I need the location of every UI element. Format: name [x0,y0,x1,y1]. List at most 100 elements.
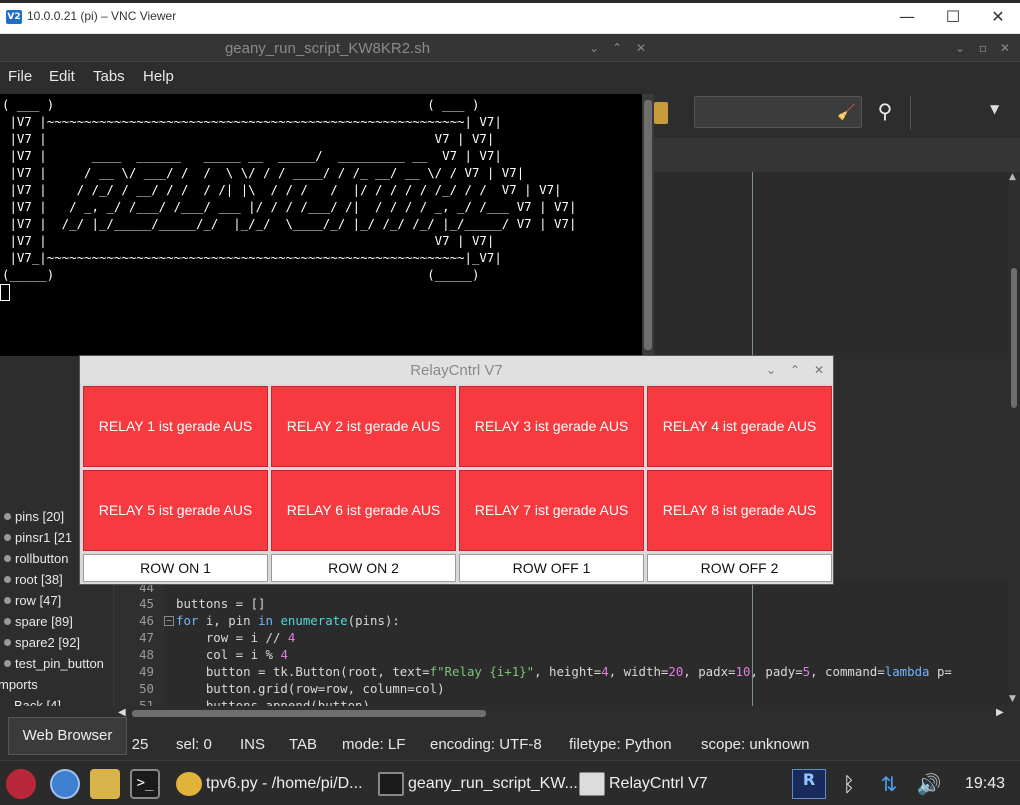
relaycntrl-title-bar: RelayCntrl V7 ⌄ ⌃ ✕ [80,356,833,384]
geany-window-title: geany_run_script_KW8KR2.sh [224,40,431,57]
symbol-item[interactable]: root [38] [4,572,63,592]
relay-2-button[interactable]: RELAY 2 ist gerade AUS [271,386,456,467]
variable-icon [4,618,11,625]
row-on-1-button[interactable]: ROW ON 1 [83,554,268,582]
editor-scroll-thumb[interactable] [1011,268,1017,408]
symbol-group-imports[interactable]: mports [0,677,38,697]
geany-icon [176,771,202,796]
line-number: 51 [139,698,154,706]
scroll-right-icon[interactable]: ▶ [996,707,1004,718]
network-icon[interactable]: ⇅ [874,769,904,799]
editor-horizontal-scrollbar[interactable]: ◀ ▶ [114,706,1008,722]
terminal-close-button[interactable]: ✕ [632,39,650,57]
terminal-cursor [0,284,10,301]
symbol-item[interactable]: test_pin_button [4,656,104,676]
line-number: 45 [139,596,154,611]
search-icon[interactable]: ⚲ [872,98,898,124]
variable-icon [4,555,11,562]
relay-4-button[interactable]: RELAY 4 ist gerade AUS [647,386,832,467]
variable-icon [4,597,11,604]
terminal-icon [378,771,404,796]
relay-3-button[interactable]: RELAY 3 ist gerade AUS [459,386,644,467]
task-relaycntrl[interactable]: RelayCntrl V7 [579,767,708,801]
taskbar: >_ tpv6.py - /home/pi/D... geany_run_scr… [0,760,1020,805]
menu-edit[interactable]: Edit [49,68,75,85]
host-top-strip [0,0,1020,3]
status-filetype: filetype: Python [569,736,672,753]
editor-vertical-scrollbar[interactable]: ▲ ▼ [1008,172,1020,706]
relay-1-button[interactable]: RELAY 1 ist gerade AUS [83,386,268,467]
relaycntrl-title: RelayCntrl V7 [410,362,503,379]
scroll-up-icon[interactable]: ▲ [1009,172,1016,182]
symbol-item[interactable]: pins [20] [4,509,64,529]
toolbar-edge-icon[interactable] [654,102,668,124]
geany-close-button[interactable]: ✕ [996,39,1014,57]
relay-6-button[interactable]: RELAY 6 ist gerade AUS [271,470,456,551]
terminal-output[interactable]: ( ___ ) ( ___ ) |V7 |~~~~~~~~~~~~~~~~~~~… [0,94,642,356]
symbol-item[interactable]: spare2 [92] [4,635,80,655]
maximize-button[interactable]: ☐ [930,4,976,30]
variable-icon [4,513,11,520]
relay-close-button[interactable]: ✕ [810,361,828,379]
clear-search-icon[interactable]: 🧹 [837,103,856,121]
relay-5-button[interactable]: RELAY 5 ist gerade AUS [83,470,268,551]
window-icon [579,771,605,796]
geany-minimize-button[interactable]: ⌄ [951,39,969,57]
file-manager-icon[interactable] [90,769,120,799]
relay-minimize-button[interactable]: ⌄ [762,361,780,379]
status-indent: TAB [289,736,318,753]
clock: 19:43 [965,775,1006,792]
terminal-minimize-button[interactable]: ⌄ [585,39,603,57]
editor-area[interactable] [654,172,1008,354]
terminal-maximize-button[interactable]: ⌃ [608,39,626,57]
bluetooth-icon[interactable]: ᛒ [838,769,860,799]
task-geany-run-script[interactable]: geany_run_script_KW... [378,767,578,801]
status-insert-mode: INS [240,736,266,753]
symbol-item[interactable]: row [47] [4,593,61,613]
symbol-item[interactable]: rollbutton [4,551,68,571]
symbol-item[interactable]: pinsr1 [21 [4,530,72,550]
variable-icon [4,576,11,583]
status-bar: l: 25 sel: 0 INS TAB mode: LF encoding: … [0,722,1020,760]
geany-maximize-button[interactable]: ▫ [974,39,992,57]
editor-tabstrip [654,138,1020,172]
toolbar-dropdown-icon[interactable]: ▼ [990,102,999,116]
row-off-2-button[interactable]: ROW OFF 2 [647,554,832,582]
menu-tabs[interactable]: Tabs [93,68,125,85]
terminal-scrollbar[interactable] [642,94,654,356]
web-browser-icon[interactable] [50,769,80,799]
relay-7-button[interactable]: RELAY 7 ist gerade AUS [459,470,644,551]
search-input[interactable]: 🧹 [694,96,862,128]
symbol-item[interactable]: Back [4] [14,698,61,706]
menu-help[interactable]: Help [143,68,174,85]
relay-8-button[interactable]: RELAY 8 ist gerade AUS [647,470,832,551]
line-number: 46 [139,613,154,628]
horizontal-scroll-thumb[interactable] [132,710,486,717]
status-encoding: encoding: UTF-8 [430,736,542,753]
menu-file[interactable]: File [8,68,32,85]
symbol-item[interactable]: spare [89] [4,614,73,634]
task-tpv6[interactable]: tpv6.py - /home/pi/D... [176,767,363,801]
scroll-down-icon[interactable]: ▼ [1009,694,1016,704]
toolbar: 🧹 ⚲ ▼ [654,94,1020,138]
terminal-scroll-thumb[interactable] [644,100,652,350]
code-line: row = i // 4 [176,630,296,645]
raspberry-menu-icon[interactable] [6,769,36,799]
vnc-window-title: 10.0.0.21 (pi) – VNC Viewer [27,9,177,23]
volume-icon[interactable]: 🔊 [914,769,944,799]
status-selection: sel: 0 [176,736,212,753]
close-button[interactable]: ✕ [975,4,1020,30]
vnc-title-bar: V2 10.0.0.21 (pi) – VNC Viewer — ☐ ✕ [0,0,1020,34]
menu-bar: File Edit Tabs Help [0,63,1020,93]
row-off-1-button[interactable]: ROW OFF 1 [459,554,644,582]
code-editor[interactable]: 44 45 46 47 48 49 50 51 − buttons = [] f… [114,580,1008,706]
relay-maximize-button[interactable]: ⌃ [786,361,804,379]
terminal-icon[interactable]: >_ [130,769,160,799]
row-on-2-button[interactable]: ROW ON 2 [271,554,456,582]
geany-title-bar: geany_run_script_KW8KR2.sh ⌄ ⌃ ✕ ⌄ ▫ ✕ [0,34,1020,62]
code-line: for i, pin in enumerate(pins): [176,613,400,628]
toolbar-separator [910,96,911,130]
fold-marker-icon[interactable]: − [164,616,174,626]
minimize-button[interactable]: — [884,4,930,30]
vnc-server-icon[interactable]: R [792,769,826,799]
